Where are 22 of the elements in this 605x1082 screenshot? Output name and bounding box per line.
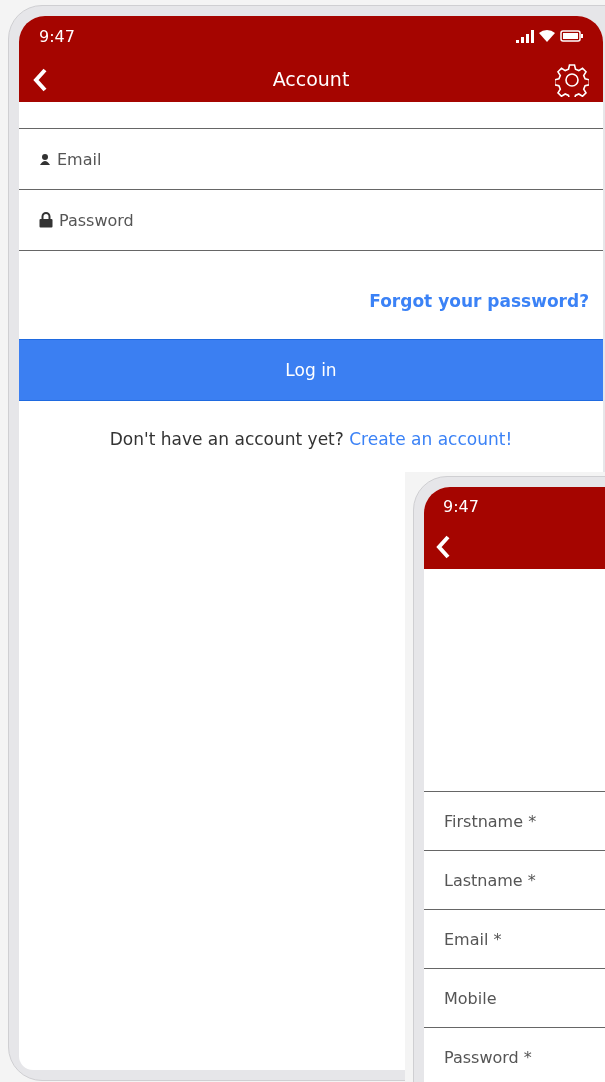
password-field[interactable]: Password — [59, 210, 603, 230]
back-chevron-icon[interactable] — [436, 535, 450, 559]
status-time: 9:47 — [39, 26, 75, 46]
signal-icon — [516, 29, 534, 43]
battery-icon — [560, 30, 583, 42]
person-icon — [39, 152, 51, 166]
lock-icon — [39, 212, 53, 228]
signup-prompt: Don't have an account yet? Create an account! — [109, 429, 513, 449]
input-field[interactable]: Password * — [444, 1047, 605, 1067]
create-account-link[interactable]: Create an account! — [349, 429, 513, 449]
input-field[interactable]: Lastname * — [444, 870, 605, 890]
input-field[interactable]: Email * — [444, 929, 605, 949]
header-title: Account — [272, 68, 350, 90]
input-field[interactable]: Firstname * — [444, 811, 605, 831]
back-chevron-icon[interactable] — [33, 68, 47, 92]
wifi-icon — [538, 29, 556, 43]
input-field[interactable]: Mobile — [444, 988, 605, 1008]
email-field[interactable]: Email — [57, 149, 603, 169]
forgot-password-link[interactable]: Forgot your password? — [369, 291, 589, 311]
status-time: 9:47 — [443, 496, 479, 516]
login-button[interactable]: Log in — [19, 339, 603, 401]
settings-icon[interactable] — [555, 63, 589, 97]
